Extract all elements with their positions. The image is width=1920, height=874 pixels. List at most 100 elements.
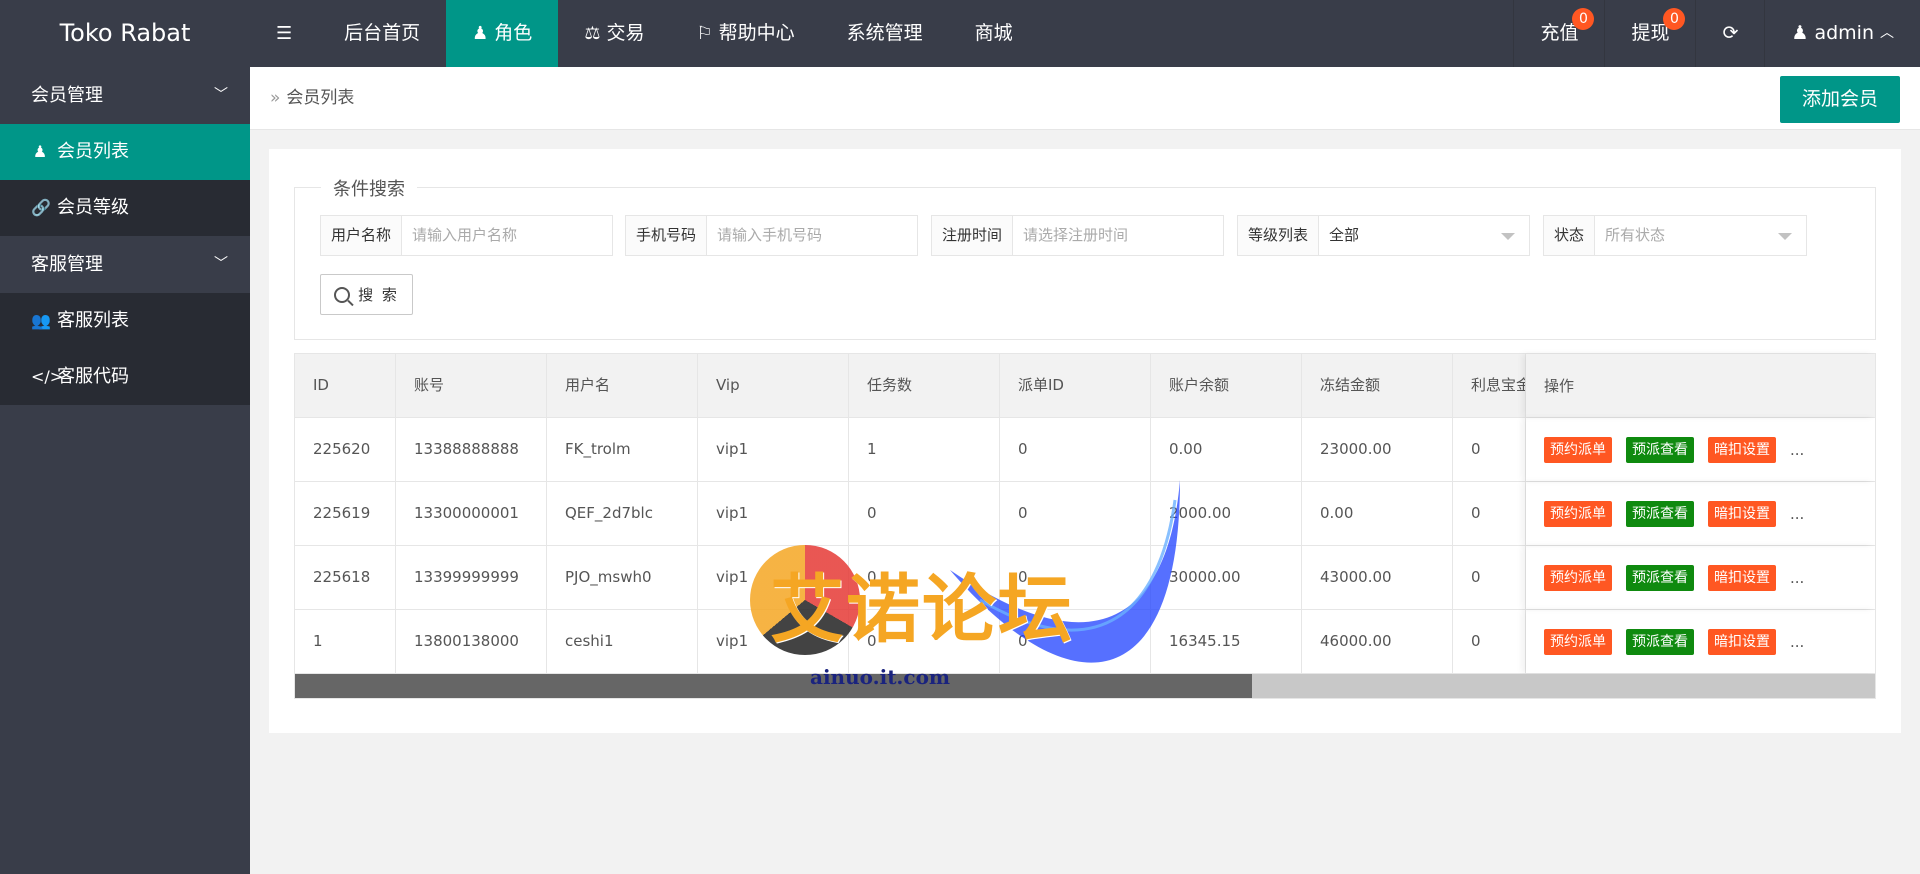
chevron-up-icon: ︿ [1880,25,1894,41]
column-header[interactable]: 用户名 [547,354,698,417]
cell-id: 1 [295,610,396,673]
cell-username: QEF_2d7blc [547,482,698,545]
menu-fold-icon: ☰ [276,23,293,44]
cell-username: FK_trolm [547,418,698,481]
column-header[interactable]: 任务数 [849,354,1000,417]
code-icon: </> [31,367,64,386]
cell-interest: 0 [1453,610,1526,673]
hidden-deduct-button[interactable]: 暗扣设置 [1708,436,1776,463]
table-row: 1 13800138000 ceshi1 vip1 0 0 16345.15 4… [295,610,1875,674]
cell-order-id: 0 [1000,482,1151,545]
column-header[interactable]: 冻结金额 [1302,354,1453,417]
preview-order-button[interactable]: 预派查看 [1626,500,1694,527]
sidebar-group-service[interactable]: 客服管理 ﹀ [0,236,250,293]
cell-frozen: 0.00 [1302,482,1453,545]
reserve-order-button[interactable]: 预约派单 [1544,436,1612,463]
search-icon [334,286,351,303]
nav-trade[interactable]: ⚖ 交易 [558,0,670,67]
breadcrumb-bar: » 会员列表 添加会员 [250,67,1920,130]
table-row: 225619 13300000001 QEF_2d7blc vip1 0 0 2… [295,482,1875,546]
cell-actions: 预约派单 预派查看 暗扣设置 ... [1526,418,1875,481]
reserve-order-button[interactable]: 预约派单 [1544,628,1612,655]
cell-account: 13300000001 [396,482,547,545]
status-field: 状态 所有状态 [1543,215,1807,256]
cell-balance: 30000.00 [1151,546,1302,609]
cell-username: PJO_mswh0 [547,546,698,609]
reserve-order-button[interactable]: 预约派单 [1544,500,1612,527]
more-actions-button[interactable]: ... [1790,633,1804,651]
cell-task-count: 1 [849,418,1000,481]
top-header: Toko Rabat ☰ 后台首页 ♟ 角色 ⚖ 交易 ⚐ 帮助中心 系统管理 商城 … [0,0,1920,67]
username-input[interactable]: 请输入用户名称 [402,216,612,255]
more-actions-button[interactable]: ... [1790,441,1804,459]
sidebar-group-member[interactable]: 会员管理 ﹀ [0,67,250,124]
withdraw-button[interactable]: 提现 0 [1604,0,1695,67]
level-select[interactable]: 全部 [1319,216,1529,255]
chevron-down-icon: ﹀ [214,87,228,103]
nav-system[interactable]: 系统管理 [821,0,949,67]
search-button[interactable]: 搜 索 [320,274,413,315]
search-legend: 条件搜索 [321,175,417,201]
more-actions-button[interactable]: ... [1790,505,1804,523]
sidebar-item-member-level[interactable]: 🔗 会员等级 [0,180,250,236]
nav-help[interactable]: ⚐ 帮助中心 [670,0,820,67]
hidden-deduct-button[interactable]: 暗扣设置 [1708,500,1776,527]
more-actions-button[interactable]: ... [1790,569,1804,587]
column-header[interactable]: ID [295,354,396,417]
cell-order-id: 0 [1000,610,1151,673]
nav-home[interactable]: 后台首页 [318,0,446,67]
recharge-badge: 0 [1572,8,1595,30]
column-header-actions: 操作 [1526,354,1875,417]
double-chevron-right-icon: » [270,88,281,108]
sidebar-item-member-list[interactable]: ♟ 会员列表 [0,124,250,180]
cell-frozen: 23000.00 [1302,418,1453,481]
cell-frozen: 43000.00 [1302,546,1453,609]
cell-interest: 0 [1453,546,1526,609]
add-member-button[interactable]: 添加会员 [1779,76,1900,123]
scrollbar-thumb[interactable] [295,674,1252,698]
register-time-input[interactable]: 请选择注册时间 [1013,216,1223,255]
cell-balance: 16345.15 [1151,610,1302,673]
cell-vip: vip1 [698,482,849,545]
cell-order-id: 0 [1000,418,1151,481]
cell-balance: 2000.00 [1151,482,1302,545]
column-header[interactable]: 账户余额 [1151,354,1302,417]
horizontal-scrollbar[interactable] [295,674,1875,698]
register-time-field: 注册时间 请选择注册时间 [931,215,1224,256]
menu-toggle-button[interactable]: ☰ [250,0,318,67]
users-icon: 👥 [31,311,51,330]
status-select[interactable]: 所有状态 [1595,216,1806,255]
search-fieldset: 条件搜索 用户名称 请输入用户名称 手机号码 请输入手机号码 注册时间 请选择注… [294,175,1876,340]
nav-mall[interactable]: 商城 [949,0,1039,67]
sidebar: 会员管理 ﹀ ♟ 会员列表 🔗 会员等级 客服管理 ﹀ 👥 客服列表 </> 客… [0,67,250,874]
scale-icon: ⚖ [584,23,601,44]
preview-order-button[interactable]: 预派查看 [1626,628,1694,655]
cell-order-id: 0 [1000,546,1151,609]
cell-actions: 预约派单 预派查看 暗扣设置 ... [1526,610,1875,673]
column-header[interactable]: 账号 [396,354,547,417]
brand-logo[interactable]: Toko Rabat [0,0,250,67]
column-header[interactable]: 派单ID [1000,354,1151,417]
cell-frozen: 46000.00 [1302,610,1453,673]
preview-order-button[interactable]: 预派查看 [1626,436,1694,463]
level-field: 等级列表 全部 [1237,215,1530,256]
link-icon: 🔗 [31,198,51,217]
column-header[interactable]: 利息宝金 [1453,354,1526,417]
nav-role[interactable]: ♟ 角色 [446,0,559,67]
phone-input[interactable]: 请输入手机号码 [707,216,917,255]
cell-task-count: 0 [849,610,1000,673]
refresh-button[interactable]: ⟳ [1695,0,1764,67]
hidden-deduct-button[interactable]: 暗扣设置 [1708,564,1776,591]
top-nav-right: 充值 0 提现 0 ⟳ ♟ admin ︿ [1513,0,1920,67]
user-menu[interactable]: ♟ admin ︿ [1764,0,1920,67]
table-header-row: ID 账号 用户名 Vip 任务数 派单ID 账户余额 冻结金额 利息宝金 操作 [295,354,1875,418]
sidebar-item-service-code[interactable]: </> 客服代码 [0,349,250,405]
chevron-down-icon: ﹀ [214,256,228,272]
sidebar-item-service-list[interactable]: 👥 客服列表 [0,293,250,349]
withdraw-badge: 0 [1663,8,1686,30]
preview-order-button[interactable]: 预派查看 [1626,564,1694,591]
recharge-button[interactable]: 充值 0 [1513,0,1604,67]
column-header[interactable]: Vip [698,354,849,417]
hidden-deduct-button[interactable]: 暗扣设置 [1708,628,1776,655]
reserve-order-button[interactable]: 预约派单 [1544,564,1612,591]
